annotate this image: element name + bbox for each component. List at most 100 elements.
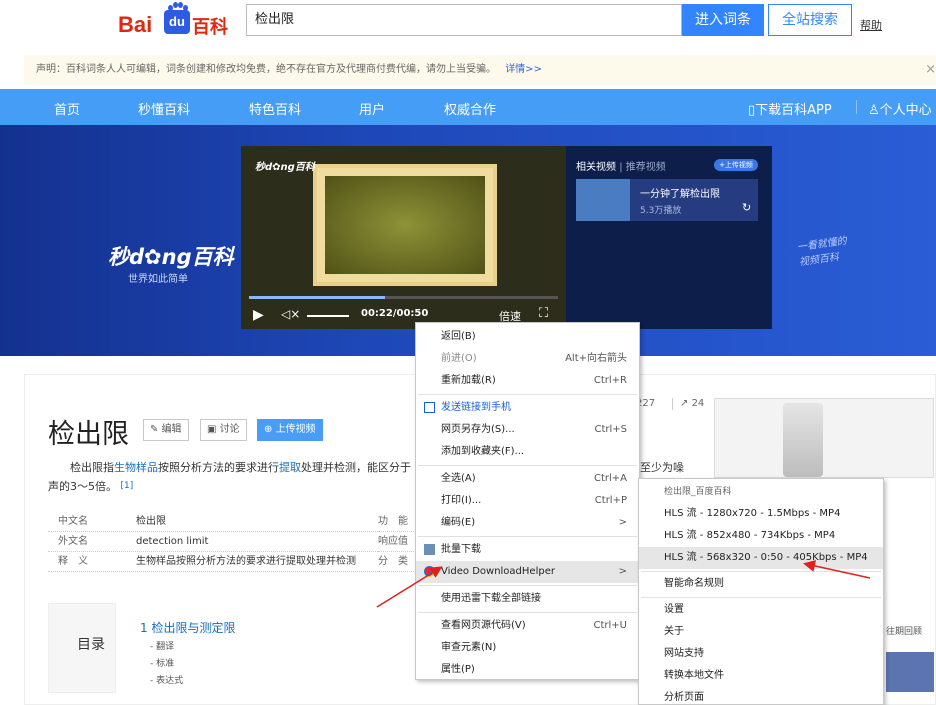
close-icon[interactable]: × xyxy=(925,55,936,85)
info-key: 外文名 xyxy=(58,536,88,547)
submenu-item-about[interactable]: 关于 xyxy=(639,621,883,643)
toc-subitem-label: 翻译 xyxy=(156,642,175,652)
submenu-item-hls-480[interactable]: HLS 流 - 852x480 - 734Kbps - MP4 xyxy=(639,525,883,547)
summary-link-extract[interactable]: 提取 xyxy=(279,461,301,474)
personal-center-link[interactable]: ♙个人中心 xyxy=(868,99,932,118)
summary-link-sample[interactable]: 生物样品 xyxy=(114,461,158,474)
related-tabs: 相关视频 | 推荐视频 xyxy=(576,162,666,173)
info-value: detection limit xyxy=(136,536,209,547)
menu-item-properties[interactable]: 属性(P) xyxy=(416,659,639,681)
menu-item-back[interactable]: 返回(B) xyxy=(416,326,639,348)
menu-item-label: 编码(E) xyxy=(441,517,476,528)
related-video-card[interactable]: 一分钟了解检出限 5.3万播放 ↻ xyxy=(576,179,758,221)
past-review-thumb[interactable] xyxy=(886,652,934,692)
basic-info-table: 中文名 检出限 外文名 detection limit 释 义 生物样品按照分析方法的… xyxy=(48,512,388,572)
fullscreen-icon[interactable]: ⛶ xyxy=(539,306,548,321)
submenu-item-hls-720[interactable]: HLS 流 - 1280x720 - 1.5Mbps - MP4 xyxy=(639,503,883,525)
enter-entry-button[interactable]: 进入词条 xyxy=(682,4,764,36)
tab-related-videos[interactable]: 相关视频 xyxy=(576,162,616,173)
entry-image[interactable] xyxy=(714,398,934,478)
menu-item-label: 查看网页源代码(V) xyxy=(441,620,526,631)
upload-video-article-button[interactable]: ⊕ 上传视频 xyxy=(257,419,323,441)
submenu-item-site-support[interactable]: 网站支持 xyxy=(639,643,883,665)
basic-info-row: 释 义 生物样品按照分析方法的要求进行提取处理并检测 xyxy=(48,552,388,572)
play-icon[interactable]: ▶ xyxy=(253,307,264,323)
toc-label: 目录 xyxy=(77,637,105,653)
submenu-item-convert-local[interactable]: 转换本地文件 xyxy=(639,665,883,687)
menu-item-save-as[interactable]: 网页另存为(S)... Ctrl+S xyxy=(416,419,639,441)
menu-item-shortcut: Ctrl+R xyxy=(593,375,627,386)
help-link[interactable]: 帮助 xyxy=(860,17,882,33)
video-card-plays: 5.3万播放 xyxy=(640,206,682,216)
submenu-item-analyze-page[interactable]: 分析页面 xyxy=(639,687,883,705)
menu-item-view-source[interactable]: 查看网页源代码(V) Ctrl+U xyxy=(416,615,639,637)
submenu-item-naming-rules[interactable]: 智能命名规则 xyxy=(639,573,883,595)
edit-button[interactable]: ✎ 编辑 xyxy=(143,419,189,441)
downloadhelper-icon xyxy=(424,566,435,577)
player-watermark: 秒d✿ng百科 xyxy=(255,162,315,173)
menu-item-reload[interactable]: 重新加载(R) Ctrl+R xyxy=(416,370,639,392)
menu-item-label: 网页另存为(S)... xyxy=(441,424,515,435)
notice-text: 声明：百科词条人人可编辑，词条创建和修改均免费，绝不存在官方及代理商付费代编，请… xyxy=(36,64,496,75)
tab-recommended-videos[interactable]: 推荐视频 xyxy=(626,162,666,173)
menu-item-label: 前进(O) xyxy=(441,353,477,364)
toc-item-1[interactable]: 1 检出限与测定限 xyxy=(140,619,235,636)
video-progress-bar[interactable] xyxy=(249,296,558,299)
menu-item-label: 属性(P) xyxy=(441,664,475,675)
baidu-baike-logo[interactable]: Bai du 百科 xyxy=(118,2,232,40)
video-thumbnail xyxy=(576,179,630,221)
toc-label-box: 目录 xyxy=(48,603,116,693)
menu-item-label: 全选(A) xyxy=(441,473,476,484)
menu-item-label: 批量下载 xyxy=(441,544,481,555)
nav-divider xyxy=(856,100,857,114)
nav-item-home[interactable]: 首页 xyxy=(54,99,80,118)
main-nav: 首页 秒懂百科 特色百科 用户 权威合作 ▯下载百科APP ♙个人中心 xyxy=(0,89,936,125)
menu-item-label: 发送链接到手机 xyxy=(441,402,511,413)
instrument-image xyxy=(783,403,823,477)
summary-text-1: 检出限指 xyxy=(70,461,114,474)
video-card-title: 一分钟了解检出限 xyxy=(640,189,720,200)
nav-item-user[interactable]: 用户 xyxy=(359,99,385,118)
context-menu: 返回(B) 前进(O) Alt+向右箭头 重新加载(R) Ctrl+R 发送链接到手… xyxy=(415,322,640,680)
share-stat[interactable]: ↗ 24 xyxy=(680,398,704,409)
menu-item-select-all[interactable]: 全选(A) Ctrl+A xyxy=(416,468,639,490)
menu-item-label: 重新加载(R) xyxy=(441,375,496,386)
menu-item-forward[interactable]: 前进(O) Alt+向右箭头 xyxy=(416,348,639,370)
search-input[interactable]: 检出限 xyxy=(246,4,682,36)
toc-subitem[interactable]: - 标准 xyxy=(150,656,174,669)
submenu-item-settings[interactable]: 设置 xyxy=(639,599,883,621)
toc-subitem[interactable]: - 表达式 xyxy=(150,673,183,686)
menu-item-thunder-download[interactable]: 使用迅雷下载全部链接 xyxy=(416,588,639,610)
menu-item-batch-download[interactable]: 批量下载 xyxy=(416,539,639,561)
nav-item-featured[interactable]: 特色百科 xyxy=(249,99,301,118)
logo-bai-text: Bai xyxy=(118,12,153,37)
download-app-link[interactable]: ▯下载百科APP xyxy=(748,99,832,118)
volume-slider[interactable] xyxy=(307,315,349,317)
nav-item-partner[interactable]: 权威合作 xyxy=(444,99,496,118)
menu-item-video-downloadhelper[interactable]: Video DownloadHelper > xyxy=(416,561,639,583)
nav-item-miaodong[interactable]: 秒懂百科 xyxy=(138,99,190,118)
basic-info-row: 外文名 detection limit xyxy=(48,532,388,552)
logo-du-text: du xyxy=(164,10,190,34)
video-player[interactable]: 秒d✿ng百科 ▶ ◁× 00:22/00:50 倍速 ⛶ xyxy=(241,146,566,329)
site-search-button[interactable]: 全站搜索 xyxy=(768,4,852,36)
menu-item-print[interactable]: 打印(I)... Ctrl+P xyxy=(416,490,639,512)
submenu-item-hls-320[interactable]: HLS 流 - 568x320 - 0:50 - 405Kbps - MP4 xyxy=(639,547,883,569)
notice-more-link[interactable]: 详情>> xyxy=(505,64,542,75)
menu-item-send-to-phone[interactable]: 发送链接到手机 xyxy=(416,397,639,419)
menu-item-encoding[interactable]: 编码(E) > xyxy=(416,512,639,534)
basic-info-table-right: 功 能 响应值 分 类 xyxy=(378,512,416,572)
pencil-icon: ✎ xyxy=(150,424,162,435)
basic-info-row: 中文名 检出限 xyxy=(48,512,388,532)
toc-subitem[interactable]: - 翻译 xyxy=(150,639,174,652)
share-count: 24 xyxy=(691,398,705,409)
refresh-icon[interactable]: ↻ xyxy=(742,201,751,214)
info-value: 生物样品按照分析方法的要求进行提取处理并检测 xyxy=(136,556,356,567)
reference-link[interactable]: [1] xyxy=(121,481,134,491)
upload-video-button[interactable]: +上传视频 xyxy=(714,159,758,171)
volume-icon[interactable]: ◁× xyxy=(281,307,300,321)
menu-item-inspect[interactable]: 审查元素(N) xyxy=(416,637,639,659)
menu-item-add-favorite[interactable]: 添加到收藏夹(F)... xyxy=(416,441,639,463)
discuss-button[interactable]: ▣ 讨论 xyxy=(200,419,247,441)
submenu-header: 检出限_百度百科 xyxy=(664,487,732,497)
